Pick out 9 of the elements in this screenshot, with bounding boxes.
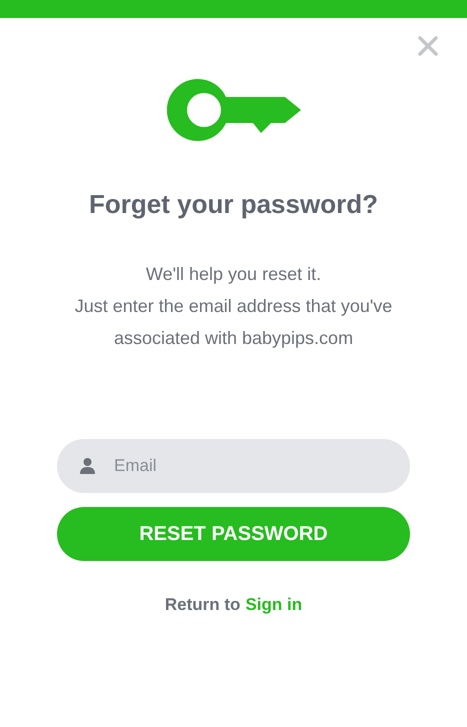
person-icon — [80, 458, 95, 474]
heading: Forget your password? — [88, 188, 379, 221]
close-icon[interactable] — [417, 35, 439, 57]
reset-password-button[interactable]: RESET PASSWORD — [57, 507, 410, 561]
sign-in-link[interactable]: Sign in — [245, 592, 302, 618]
key-icon — [166, 79, 300, 141]
email-field[interactable]: Email — [57, 439, 410, 493]
return-text: Return to — [164, 594, 240, 616]
instruction-text: We'll help you reset it. Just enter the email address that you've associated with babypips.com — [74, 263, 394, 350]
